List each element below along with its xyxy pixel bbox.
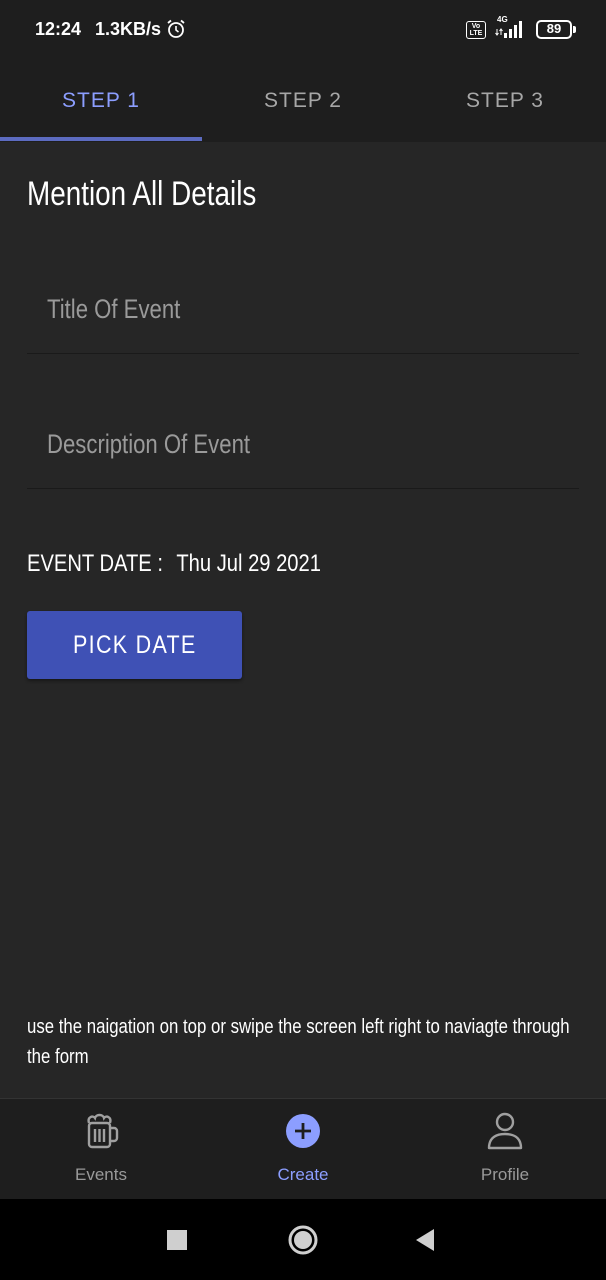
signal-strength-icon <box>495 21 522 38</box>
description-input[interactable] <box>47 429 556 460</box>
network-speed: 1.3KB/s <box>95 19 162 39</box>
volte-icon: Vo LTE <box>466 21 486 39</box>
nav-label-create: Create <box>277 1165 329 1184</box>
active-tab-indicator <box>0 137 202 141</box>
nav-label-events: Events <box>75 1165 127 1184</box>
battery-level: 89 <box>546 21 562 36</box>
description-field <box>27 409 579 489</box>
tab-step-2[interactable]: STEP 2 <box>202 60 404 142</box>
pick-date-label: PICK DATE <box>72 630 197 659</box>
home-button[interactable] <box>273 1199 333 1280</box>
bottom-navigation: Events Create Profile <box>0 1098 606 1199</box>
title-field <box>27 274 579 354</box>
title-input[interactable] <box>47 294 556 325</box>
step-tab-bar: STEP 1 STEP 2 STEP 3 <box>0 60 606 142</box>
alarm-icon <box>167 19 185 38</box>
event-date-row: EVENT DATE : Thu Jul 29 2021 <box>27 550 321 578</box>
tab-step-3[interactable]: STEP 3 <box>404 60 606 142</box>
event-date-label: EVENT DATE : <box>27 550 163 577</box>
tab-step-1[interactable]: STEP 1 <box>0 60 202 142</box>
pick-date-button[interactable]: PICK DATE <box>27 611 242 679</box>
nav-item-create[interactable]: Create <box>202 1099 404 1200</box>
person-icon <box>487 1112 523 1150</box>
event-date-value: Thu Jul 29 2021 <box>176 550 321 577</box>
nav-item-events[interactable]: Events <box>0 1099 202 1200</box>
system-navigation-bar <box>0 1199 606 1280</box>
battery-icon: 89 <box>536 20 576 39</box>
back-button[interactable] <box>396 1199 456 1280</box>
status-time: 12:24 <box>35 19 82 39</box>
beer-mug-icon <box>87 1113 119 1149</box>
nav-item-profile[interactable]: Profile <box>404 1099 606 1200</box>
plus-circle-icon <box>286 1114 320 1148</box>
page-title: Mention All Details <box>27 175 257 213</box>
status-bar: 12:24 1.3KB/s Vo LTE 4G 89 <box>0 0 606 60</box>
help-text: use the naigation on top or swipe the sc… <box>27 1016 570 1068</box>
nav-label-profile: Profile <box>480 1165 530 1184</box>
recents-button[interactable] <box>147 1199 207 1280</box>
